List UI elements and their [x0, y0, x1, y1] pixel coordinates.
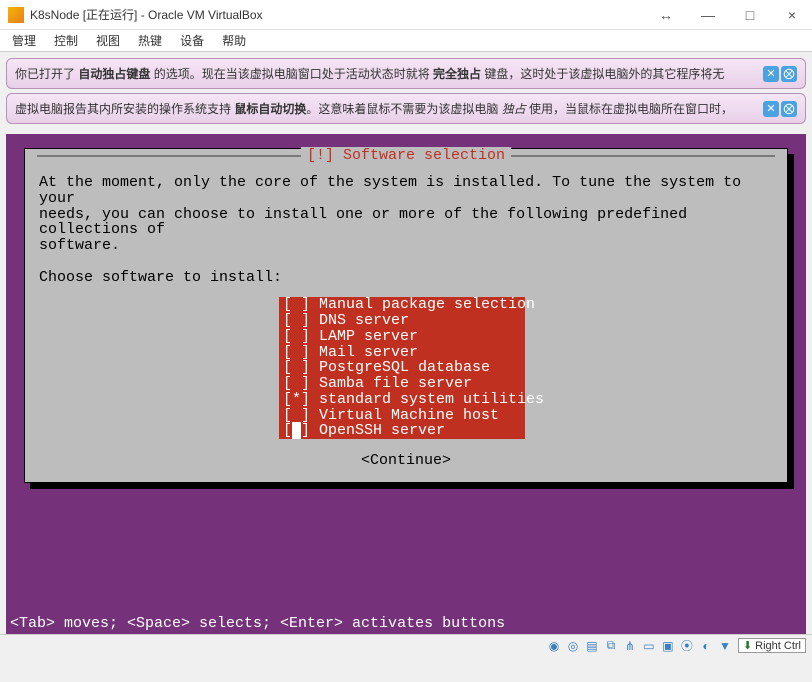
menu-help[interactable]: 帮助 [222, 32, 246, 49]
menu-view[interactable]: 视图 [96, 32, 120, 49]
menu-manage[interactable]: 管理 [12, 32, 36, 49]
host-key-indicator[interactable]: ⬇Right Ctrl [738, 638, 806, 653]
vm-display[interactable]: [!] Software selection At the moment, on… [6, 134, 806, 634]
mouse-icon[interactable]: ▼ [717, 638, 733, 654]
software-item[interactable]: [ ] LAMP server [279, 329, 525, 345]
maximize-button[interactable]: □ [738, 7, 762, 23]
notification-area: 你已打开了 自动独占键盘 的选项。现在当该虚拟电脑窗口处于活动状态时就将 完全独… [0, 52, 812, 134]
software-list[interactable]: [ ] Manual package selection[ ] DNS serv… [39, 297, 773, 439]
software-item[interactable]: [ ] DNS server [279, 313, 525, 329]
shared-folder-icon[interactable]: ▭ [641, 638, 657, 654]
close-button[interactable]: × [780, 7, 804, 23]
dialog-title: [!] Software selection [301, 147, 511, 164]
recording-icon[interactable]: ⦿ [679, 638, 695, 654]
software-item[interactable]: [ ] Mail server [279, 345, 525, 361]
software-item[interactable]: [ ] OpenSSH server [279, 423, 525, 439]
notif-dismiss-icon[interactable]: ✕ [763, 66, 779, 82]
software-item[interactable]: [ ] Virtual Machine host [279, 408, 525, 424]
installer-dialog: [!] Software selection At the moment, on… [24, 148, 788, 483]
optical-icon[interactable]: ◎ [565, 638, 581, 654]
menu-control[interactable]: 控制 [54, 32, 78, 49]
usb-icon[interactable]: ⋔ [622, 638, 638, 654]
notification-mouse: 虚拟电脑报告其内所安装的操作系统支持 鼠标自动切换。这意味着鼠标不需要为该虚拟电… [6, 93, 806, 124]
choose-label: Choose software to install: [39, 270, 773, 286]
statusbar: ◉ ◎ ▤ ⧉ ⋔ ▭ ▣ ⦿ ◐ ▼ ⬇Right Ctrl [0, 634, 812, 656]
continue-button[interactable]: <Continue> [39, 453, 773, 469]
move-icon: ↔ [654, 7, 678, 23]
hdd-icon[interactable]: ▤ [584, 638, 600, 654]
network-icon[interactable]: ⧉ [603, 638, 619, 654]
menu-hotkeys[interactable]: 热键 [138, 32, 162, 49]
window-title: K8sNode [正在运行] - Oracle VM VirtualBox [30, 6, 654, 23]
software-item[interactable]: [ ] Samba file server [279, 376, 525, 392]
notification-keyboard: 你已打开了 自动独占键盘 的选项。现在当该虚拟电脑窗口处于活动状态时就将 完全独… [6, 58, 806, 89]
notif-suppress-icon[interactable]: ⨂ [781, 66, 797, 82]
menu-devices[interactable]: 设备 [180, 32, 204, 49]
disk-icon[interactable]: ◉ [546, 638, 562, 654]
display-icon[interactable]: ▣ [660, 638, 676, 654]
notif-suppress-icon[interactable]: ⨂ [781, 101, 797, 117]
software-item[interactable]: [ ] Manual package selection [279, 297, 525, 313]
arrow-down-icon: ⬇ [743, 639, 752, 652]
notif-dismiss-icon[interactable]: ✕ [763, 101, 779, 117]
window-titlebar: K8sNode [正在运行] - Oracle VM VirtualBox ↔ … [0, 0, 812, 30]
help-bar: <Tab> moves; <Space> selects; <Enter> ac… [6, 613, 806, 634]
dialog-paragraph: At the moment, only the core of the syst… [39, 175, 773, 254]
software-item[interactable]: [ ] PostgreSQL database [279, 360, 525, 376]
software-item[interactable]: [*] standard system utilities [279, 392, 525, 408]
menubar: 管理 控制 视图 热键 设备 帮助 [0, 30, 812, 52]
cpu-icon[interactable]: ◐ [698, 638, 714, 654]
virtualbox-icon [8, 7, 24, 23]
minimize-button[interactable]: — [696, 7, 720, 23]
